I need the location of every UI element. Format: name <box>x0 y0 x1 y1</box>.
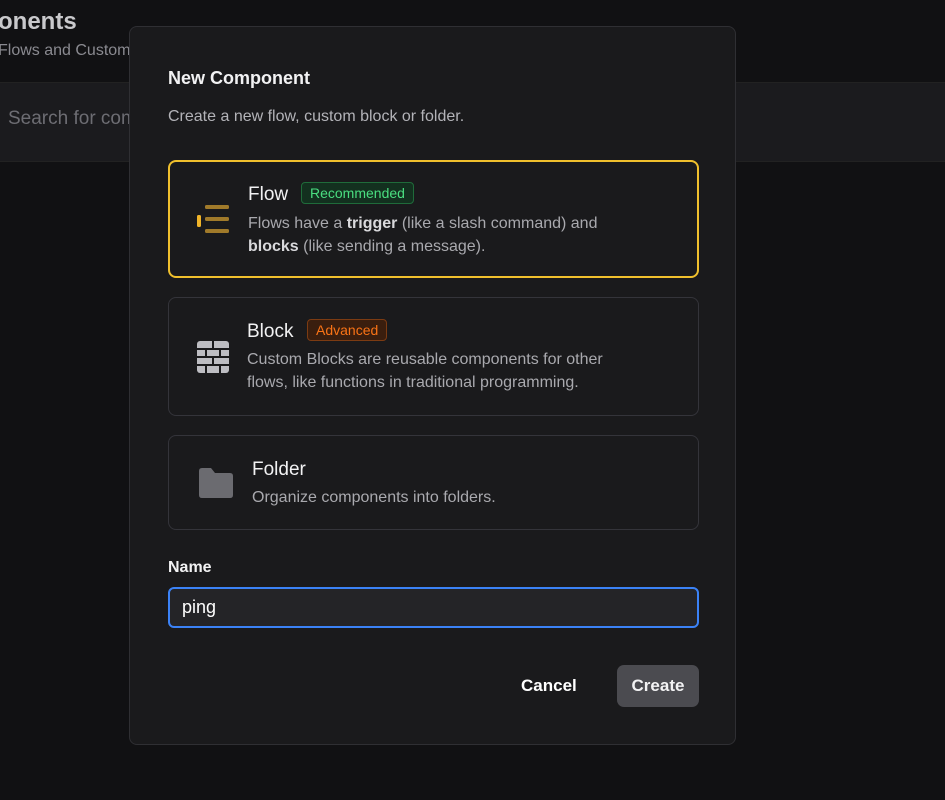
create-button[interactable]: Create <box>617 665 699 707</box>
option-flow-description: Flows have a trigger (like a slash comma… <box>248 215 598 255</box>
cancel-button[interactable]: Cancel <box>521 676 577 696</box>
search-placeholder: Search for com <box>8 108 137 129</box>
new-component-dialog: New Component Create a new flow, custom … <box>129 26 736 745</box>
option-flow-name: Flow <box>248 184 289 205</box>
page: onents Flows and Custom Search for com N… <box>0 0 945 800</box>
recommended-badge: Recommended <box>301 182 414 204</box>
dialog-description: Create a new flow, custom block or folde… <box>168 108 465 125</box>
option-block-description: Custom Blocks are reusable components fo… <box>247 351 603 391</box>
brick-wall-icon <box>197 341 229 378</box>
option-block[interactable]: Block Advanced Custom Blocks are reusabl… <box>168 297 699 416</box>
name-input[interactable] <box>168 587 699 628</box>
page-subtitle: Flows and Custom <box>0 42 131 59</box>
option-block-name: Block <box>247 321 294 342</box>
page-title: onents <box>0 8 77 35</box>
folder-icon <box>197 467 235 504</box>
name-label: Name <box>168 559 212 576</box>
option-flow[interactable]: Flow Recommended Flows have a trigger (l… <box>168 160 699 278</box>
advanced-badge: Advanced <box>307 319 388 341</box>
option-folder-description: Organize components into folders. <box>252 489 496 506</box>
list-icon <box>197 204 231 239</box>
option-folder[interactable]: Folder Organize components into folders. <box>168 435 699 530</box>
dialog-title: New Component <box>168 68 310 88</box>
option-folder-name: Folder <box>252 459 306 480</box>
